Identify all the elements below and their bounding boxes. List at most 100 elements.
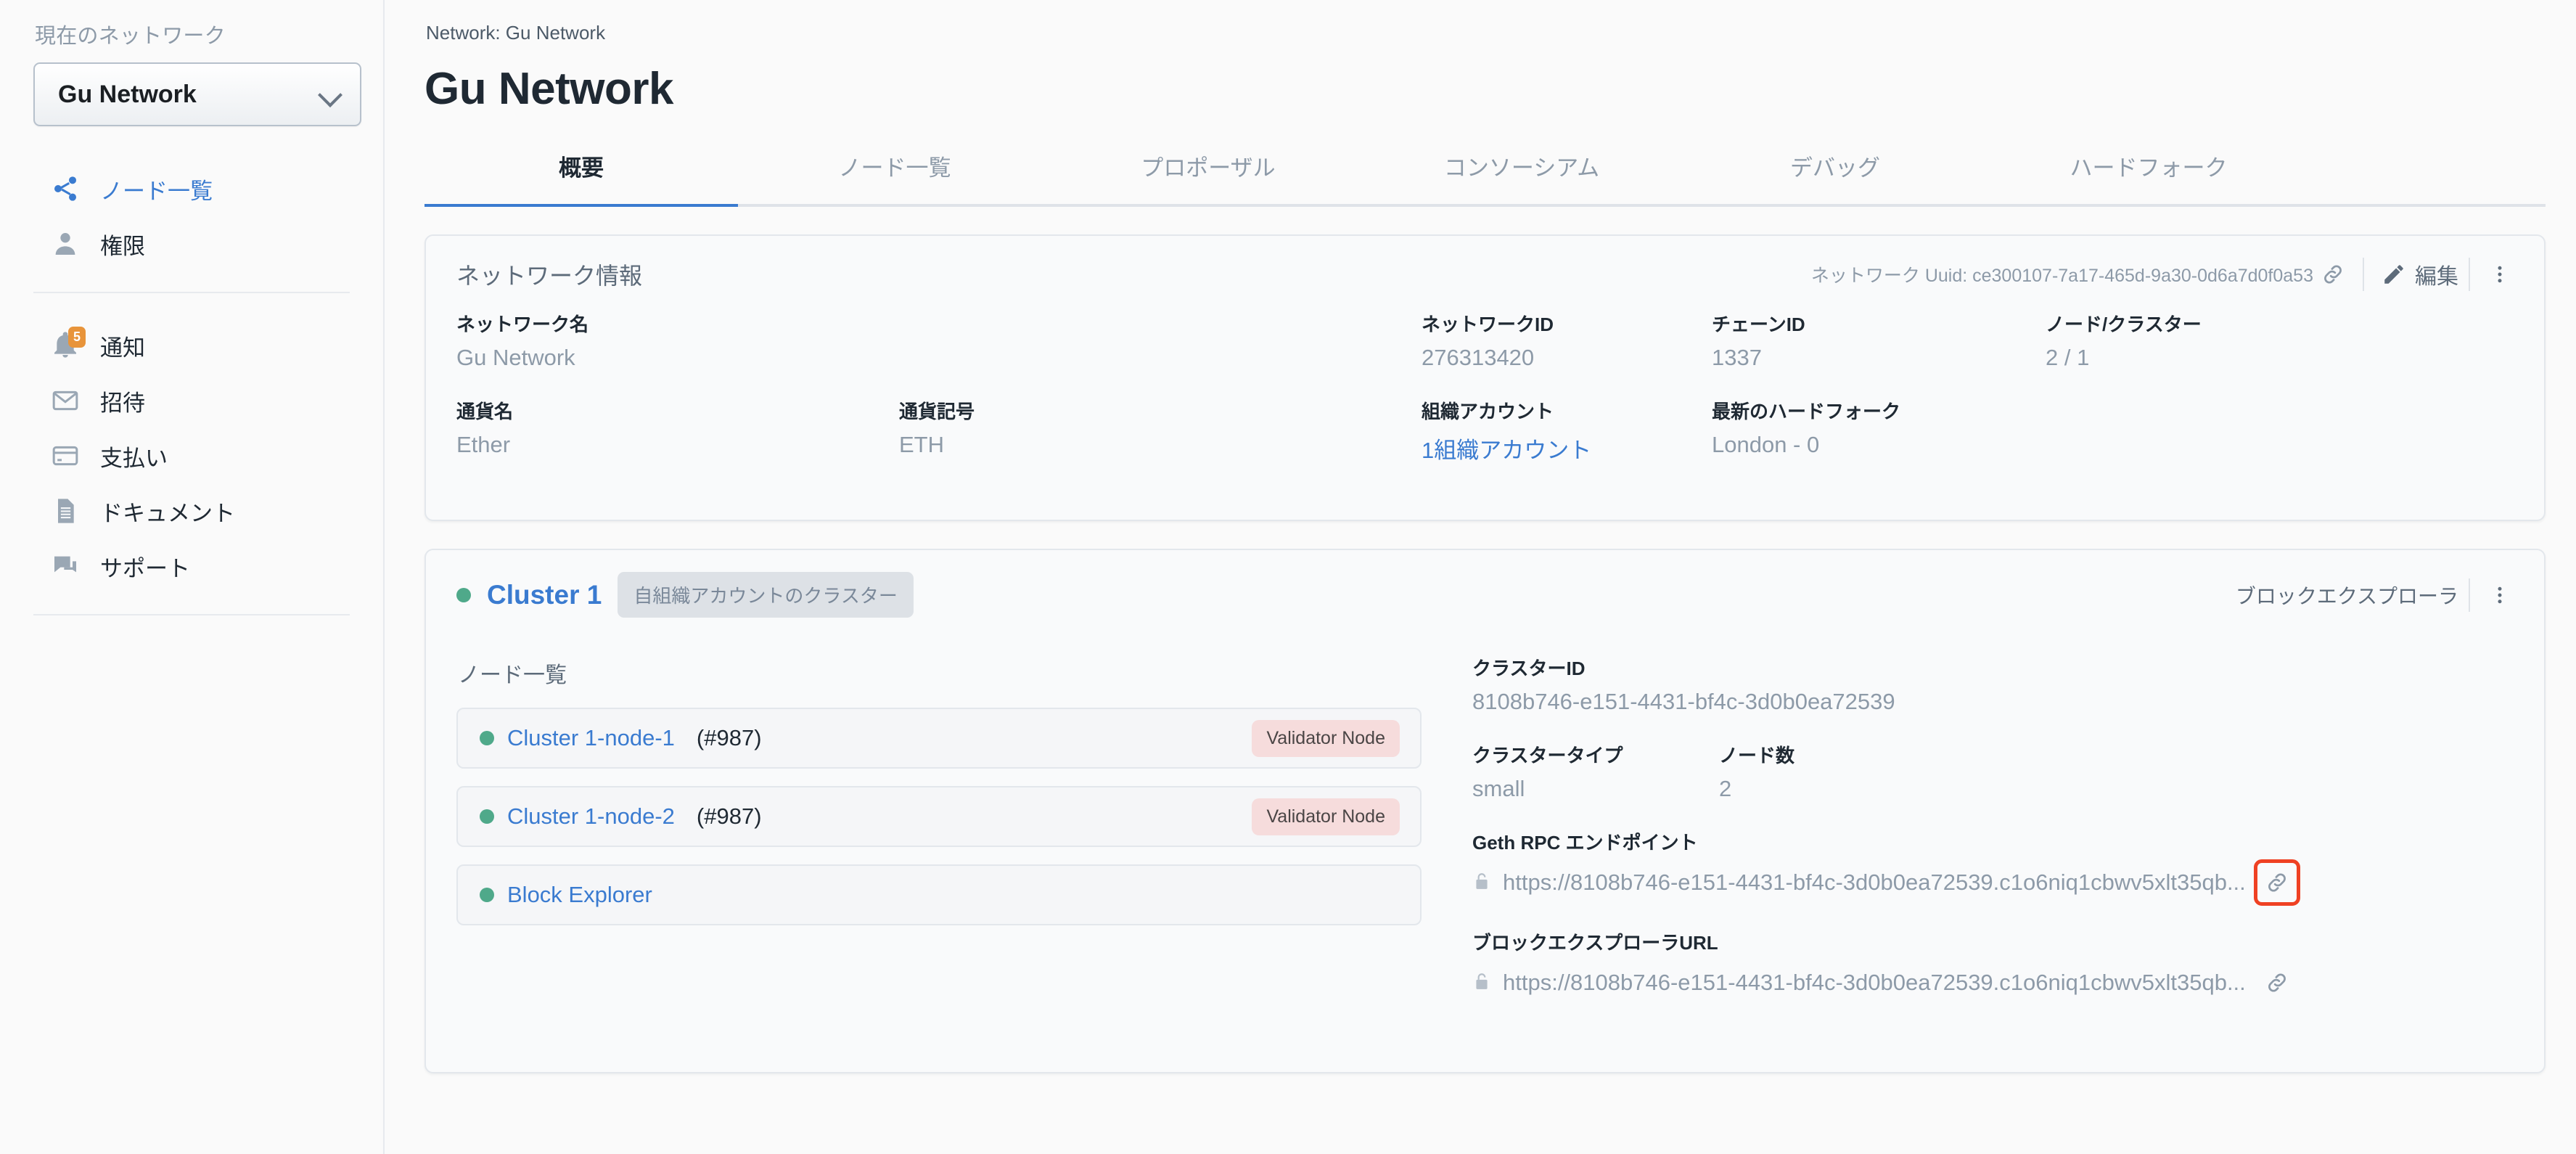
tab-active-indicator (424, 204, 738, 207)
sidebar-item-label: サポート (100, 555, 190, 581)
sidebar-item-billing[interactable]: 支払い (33, 428, 350, 483)
document-icon (49, 495, 81, 527)
sidebar-caption: 現在のネットワーク (35, 25, 226, 48)
edit-button[interactable]: 編集 (2415, 258, 2458, 290)
field-nodes-clusters: ノード/クラスター 2 / 1 (2046, 310, 2336, 371)
field-cluster-id: クラスターID 8108b746-e151-4431-bf4c-3d0b0ea7… (1472, 654, 2514, 715)
table-row[interactable]: Cluster 1-node-2 (#987) Validator Node (456, 786, 1422, 847)
sidebar-item-label: 通知 (100, 335, 145, 361)
network-info-left-column: ネットワーク名 Gu Network 通貨名 Ether 通貨記号 ETH (456, 310, 1422, 491)
rpc-url-value[interactable]: https://8108b746-e151-4431-bf4c-3d0b0ea7… (1503, 869, 2246, 896)
field-label: 組織アカウント (1422, 401, 1554, 422)
sidebar-item-node-list[interactable]: ノード一覧 (33, 161, 350, 216)
credit-card-icon (49, 440, 81, 472)
field-value: 2 / 1 (2046, 345, 2090, 370)
tab-consortium[interactable]: コンソーシアム (1365, 141, 1678, 204)
network-uuid-label: ネットワーク Uuid: ce300107-7a17-465d-9a30-0d6… (1810, 266, 2313, 286)
node-list-title: ノード一覧 (458, 663, 567, 687)
node-name-link[interactable]: Cluster 1-node-1 (507, 725, 675, 751)
sidebar-item-documents[interactable]: ドキュメント (33, 483, 350, 539)
field-currency-name: 通貨名 Ether (456, 397, 899, 458)
node-status-dot-icon (480, 809, 494, 824)
divider (2469, 258, 2470, 291)
tab-node-list[interactable]: ノード一覧 (738, 141, 1051, 204)
divider (2363, 258, 2364, 291)
pencil-icon[interactable] (2374, 255, 2413, 294)
network-info-fields: ネットワーク名 Gu Network 通貨名 Ether 通貨記号 ETH ネッ… (426, 310, 2544, 520)
network-info-card: ネットワーク情報 ネットワーク Uuid: ce300107-7a17-465d… (424, 234, 2546, 521)
tab-debug[interactable]: デバッグ (1678, 141, 1992, 204)
field-geth-rpc-endpoint: Geth RPC エンドポイント https://8108b746-e151-4… (1472, 828, 2514, 906)
notification-badge: 5 (67, 327, 86, 348)
sidebar-item-label: ノード一覧 (100, 178, 213, 204)
field-network-name: ネットワーク名 Gu Network (456, 310, 899, 371)
tab-bar: 概要 ノード一覧 プロポーザル コンソーシアム デバッグ ハードフォーク (424, 141, 2546, 207)
kebab-menu-icon[interactable] (2480, 255, 2519, 294)
network-selector-value: Gu Network (58, 80, 197, 108)
field-label: ネットワークID (1422, 314, 1554, 335)
explorer-url-row: https://8108b746-e151-4431-bf4c-3d0b0ea7… (1472, 963, 2514, 1002)
field-label: チェーンID (1712, 314, 1805, 335)
node-name-link[interactable]: Cluster 1-node-2 (507, 803, 675, 830)
field-label: ネットワーク名 (456, 314, 589, 335)
field-label: クラスタータイプ (1472, 745, 1623, 766)
copy-uuid-link-icon[interactable] (2313, 255, 2353, 294)
sidebar-divider-bottom (33, 614, 350, 615)
node-role-badge: Validator Node (1252, 719, 1400, 757)
sidebar-item-label: ドキュメント (100, 500, 235, 526)
field-label: ノード/クラスター (2046, 314, 2202, 335)
network-info-card-header: ネットワーク情報 ネットワーク Uuid: ce300107-7a17-465d… (426, 236, 2544, 310)
copy-explorer-url-link-icon[interactable] (2257, 963, 2297, 1002)
sidebar-item-permissions[interactable]: 権限 (33, 216, 350, 271)
page-title: Gu Network (424, 64, 673, 114)
block-explorer-link[interactable]: ブロックエクスプローラ (2236, 581, 2458, 610)
sidebar-item-invites[interactable]: 招待 (33, 373, 350, 428)
field-label: クラスターID (1472, 658, 1586, 679)
copy-rpc-url-link-icon[interactable] (2253, 859, 2300, 906)
field-label: ノード数 (1719, 745, 1795, 766)
node-name-link[interactable]: Block Explorer (507, 882, 652, 908)
kebab-menu-icon[interactable] (2480, 576, 2519, 615)
field-block-explorer-url: ブロックエクスプローラURL https://8108b746-e151-443… (1472, 928, 2514, 1002)
explorer-url-value[interactable]: https://8108b746-e151-4431-bf4c-3d0b0ea7… (1503, 970, 2246, 996)
network-selector[interactable]: Gu Network (33, 62, 361, 126)
table-row[interactable]: Block Explorer (456, 864, 1422, 925)
tab-proposal[interactable]: プロポーザル (1051, 141, 1365, 204)
lock-icon (1472, 870, 1491, 896)
cluster-node-list: ノード一覧 Cluster 1-node-1 (#987) Validator … (456, 641, 1472, 1028)
field-value: Gu Network (456, 345, 575, 370)
envelope-icon (49, 385, 81, 417)
field-currency-symbol: 通貨記号 ETH (899, 397, 1342, 458)
node-number: (#987) (696, 803, 762, 829)
sidebar-item-label: 支払い (100, 445, 168, 471)
field-node-count: ノード数 2 (1719, 741, 1937, 802)
table-row[interactable]: Cluster 1-node-1 (#987) Validator Node (456, 708, 1422, 769)
node-number: (#987) (696, 725, 762, 750)
cluster-name-link[interactable]: Cluster 1 (487, 580, 602, 610)
cluster-owner-chip: 自組織アカウントのクラスター (618, 572, 914, 618)
cluster-actions: ブロックエクスプローラ (2236, 576, 2519, 615)
node-identity: Cluster 1-node-1 (#987) (480, 725, 762, 751)
field-value: small (1472, 776, 1525, 801)
sidebar: 現在のネットワーク Gu Network ノード一覧 権限 5 通知 招待 支払… (0, 0, 385, 1154)
chat-bubbles-icon (49, 550, 81, 582)
node-status-dot-icon (480, 731, 494, 745)
person-icon (49, 228, 81, 260)
sidebar-item-notifications[interactable]: 5 通知 (33, 318, 350, 373)
main-content: Network: Gu Network Gu Network 概要 ノード一覧 … (385, 0, 2576, 1154)
cluster-card-header: Cluster 1 自組織アカウントのクラスター ブロックエクスプローラ (426, 550, 2544, 629)
field-value: 8108b746-e151-4431-bf4c-3d0b0ea72539 (1472, 689, 1895, 714)
rpc-url-row: https://8108b746-e151-4431-bf4c-3d0b0ea7… (1472, 859, 2514, 906)
sidebar-nav-primary: ノード一覧 権限 (33, 161, 350, 271)
field-value: Ether (456, 432, 511, 457)
tab-overview[interactable]: 概要 (424, 141, 738, 204)
sidebar-item-support[interactable]: サポート (33, 539, 350, 594)
bell-icon: 5 (49, 327, 86, 361)
tab-hardfork[interactable]: ハードフォーク (1992, 141, 2305, 204)
field-value-link[interactable]: 1組織アカウント (1422, 432, 1712, 465)
network-info-right-column: ネットワークID 276313420 チェーンID 1337 ノード/クラスター… (1422, 310, 2514, 491)
cluster-identity: Cluster 1 自組織アカウントのクラスター (456, 572, 914, 618)
sidebar-item-label: 招待 (100, 390, 145, 416)
field-label: ブロックエクスプローラURL (1472, 932, 1718, 954)
node-identity: Cluster 1-node-2 (#987) (480, 803, 762, 830)
